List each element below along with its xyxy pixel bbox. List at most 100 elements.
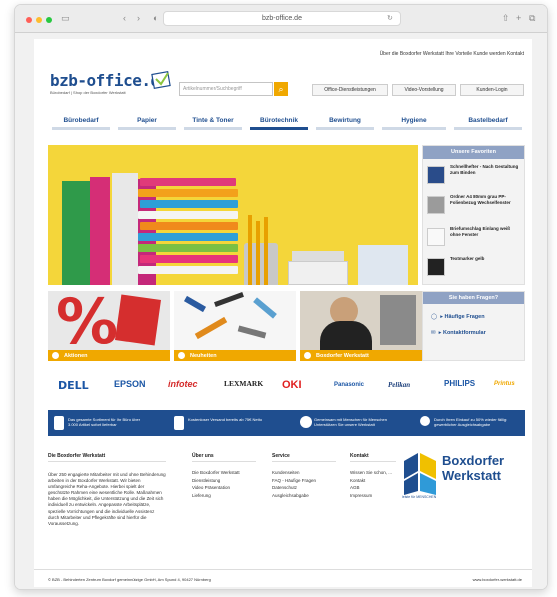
footer-link[interactable]: Wissen Sie schon, ... [350, 469, 392, 477]
tile-label: Boxdorfer Werkstatt [316, 353, 369, 359]
close-window-button[interactable] [26, 17, 32, 23]
chevron-right-icon[interactable]: › [137, 13, 140, 23]
werkstatt-name-line1: Boxdorfer [442, 453, 505, 468]
speech-bubble-icon: ◯ [431, 314, 438, 320]
footer-link[interactable]: Lieferung [192, 492, 240, 500]
minimize-window-button[interactable] [36, 17, 42, 23]
favorites-box: Unsere Favoriten Schnellhefter - Nach Ge… [422, 145, 525, 285]
nav-item-bastelbedarf[interactable]: Bastelbedarf [450, 116, 526, 130]
truck-icon [174, 416, 184, 430]
favorite-item[interactable]: Briefumschlag Einlang weiß ohne Fenster [427, 226, 521, 248]
werkstatt-name-line2: Werkstatt [442, 468, 502, 483]
boxdorfer-werkstatt-logo[interactable]: Boxdorfer Werkstatt leiste für MENSCHEN [402, 451, 524, 501]
building-icon [54, 416, 64, 430]
browser-toolbar: ▭ ‹ › ◐ bzb-office.de ↻ ⇧ + ⧉ [15, 5, 547, 33]
product-thumbnail [427, 196, 445, 214]
search-input[interactable]: Artikelnummer/Suchbegriff [179, 82, 273, 96]
product-thumbnail [427, 258, 445, 276]
favorite-item-label: Briefumschlag Einlang weiß ohne Fenster [450, 226, 511, 237]
divider [48, 461, 166, 462]
footer-link[interactable]: AGB [350, 484, 392, 492]
favorite-item-label: Schnellhefter - Nach Gestaltung zum Bind… [450, 164, 519, 175]
share-icon[interactable]: ⇧ [502, 13, 510, 23]
address-bar[interactable]: bzb-office.de [163, 11, 401, 26]
tile-aktionen[interactable]: % Aktionen [48, 291, 170, 361]
brand-logos: DELL EPSON infotec LEXMARK OKI Panasonic… [48, 377, 524, 397]
footer-link[interactable]: Kontakt [350, 477, 392, 485]
footer-link[interactable]: Die Boxdorfer Werkstatt [192, 469, 240, 477]
nav-item-tinte-toner[interactable]: Tinte & Toner [180, 116, 246, 130]
footer-column-title: Service [272, 453, 290, 459]
office-services-button[interactable]: Office-Dienstleistungen [312, 84, 388, 96]
nav-item-bewirtung[interactable]: Bewirtung [312, 116, 378, 130]
divider [272, 461, 336, 462]
benefit-item: Das gesamte Sortiment für Ihr Büro über … [54, 416, 154, 430]
brand-oki-logo[interactable]: OKI [282, 379, 302, 391]
favorites-title: Unsere Favoriten [423, 146, 524, 159]
faq-link[interactable]: ◯ ▸ Häufige Fragen [431, 314, 485, 324]
footer-about-title: Die Boxdorfer Werkstatt [48, 453, 106, 459]
benefit-item: Kostenloser Versand bereits ab 75€ Netto [174, 416, 274, 430]
percent-graphic: % [56, 291, 119, 358]
zoom-window-button[interactable] [46, 17, 52, 23]
favorite-item[interactable]: Schnellhefter - Nach Gestaltung zum Bind… [427, 164, 521, 186]
tile-label: Aktionen [64, 353, 88, 359]
favorite-item-label: Textmarker gelb [450, 256, 485, 261]
search-icon: ⌕ [278, 84, 284, 94]
brand-epson-logo[interactable]: EPSON [114, 379, 146, 389]
product-thumbnail [427, 228, 445, 246]
badge-icon [420, 416, 430, 426]
favorite-item[interactable]: Ordner A4 80mm grau PP-Folienbezug Wechs… [427, 194, 521, 216]
footer-links-service: Kundenseiten FAQ - Häufige Fragen Datens… [272, 469, 316, 499]
nav-item-buerobedarf[interactable]: Bürobedarf [48, 116, 114, 130]
footer-bottom-bar: © BZB - Behinderten Zentrum Boxdorf geme… [34, 569, 532, 587]
login-button[interactable]: Kunden-Login [460, 84, 524, 96]
footer-column-title: Über uns [192, 453, 214, 459]
site-tagline: Bürobedarf | Shop der Boxdorfer Werkstat… [50, 90, 126, 95]
footer-link[interactable]: Video Präsentation [192, 484, 240, 492]
smiley-icon [300, 416, 312, 428]
footer-link[interactable]: Kundenseiten [272, 469, 316, 477]
website-link[interactable]: www.boxdorfer-werkstatt.de [473, 577, 522, 582]
logo-paper-icon [151, 71, 171, 89]
tile-neuheiten[interactable]: Neuheiten [174, 291, 296, 361]
shield-icon[interactable]: ◐ [153, 13, 158, 23]
new-tab-icon[interactable]: + [516, 13, 521, 23]
copyright-text: © BZB - Behinderten Zentrum Boxdorf geme… [48, 577, 211, 582]
benefit-item: Durch Ihren Einkauf zu 50% wieder fällig… [420, 416, 524, 430]
brand-panasonic-logo[interactable]: Panasonic [334, 382, 364, 388]
benefits-bar: Das gesamte Sortiment für Ihr Büro über … [48, 410, 525, 436]
favorite-item[interactable]: Textmarker gelb [427, 256, 521, 278]
arrow-circle-icon [304, 352, 311, 359]
footer-about-text: Über 250 engagierte Mitarbeiter mit und … [48, 472, 166, 526]
divider [350, 461, 396, 462]
footer-link[interactable]: Dienstleistung [192, 477, 240, 485]
contact-form-link[interactable]: ✉ ▸ Kontaktformular [431, 330, 486, 340]
arrow-circle-icon [52, 352, 59, 359]
nav-item-buerotechnik[interactable]: Bürotechnik [246, 116, 312, 130]
footer-links-ueber-uns: Die Boxdorfer Werkstatt Dienstleistung V… [192, 469, 240, 499]
footer-link[interactable]: Impressum [350, 492, 392, 500]
brand-lexmark-logo[interactable]: LEXMARK [224, 379, 263, 388]
footer-link[interactable]: Datenschutz [272, 484, 316, 492]
nav-item-hygiene[interactable]: Hygiene [378, 116, 450, 130]
brand-dell-logo[interactable]: DELL [58, 379, 89, 392]
hero-banner-image[interactable] [48, 145, 418, 285]
brand-pelikan-logo[interactable]: Pelikan [388, 381, 410, 389]
nav-item-papier[interactable]: Papier [114, 116, 180, 130]
product-thumbnail [427, 166, 445, 184]
video-button[interactable]: Video-Vorstellung [392, 84, 456, 96]
footer-link[interactable]: Ausgleichsabgabe [272, 492, 316, 500]
search-button[interactable]: ⌕ [274, 82, 288, 96]
footer-link[interactable]: FAQ - Häufige Fragen [272, 477, 316, 485]
sidebar-toggle-icon[interactable]: ▭ [61, 13, 70, 23]
tabs-overview-icon[interactable]: ⧉ [529, 13, 535, 23]
brand-philips-logo[interactable]: PHILIPS [444, 379, 475, 388]
brand-infotec-logo[interactable]: infotec [168, 379, 198, 389]
reload-icon[interactable]: ↻ [387, 14, 393, 24]
tile-boxdorfer-werkstatt[interactable]: Boxdorfer Werkstatt [300, 291, 422, 361]
brand-printus-logo[interactable]: Printus [494, 381, 515, 387]
top-links[interactable]: Über die Boxdorfer Werkstatt Ihre Vortei… [34, 51, 524, 57]
main-navigation: Bürobedarf Papier Tinte & Toner Bürotech… [34, 116, 532, 130]
chevron-left-icon[interactable]: ‹ [123, 13, 126, 23]
